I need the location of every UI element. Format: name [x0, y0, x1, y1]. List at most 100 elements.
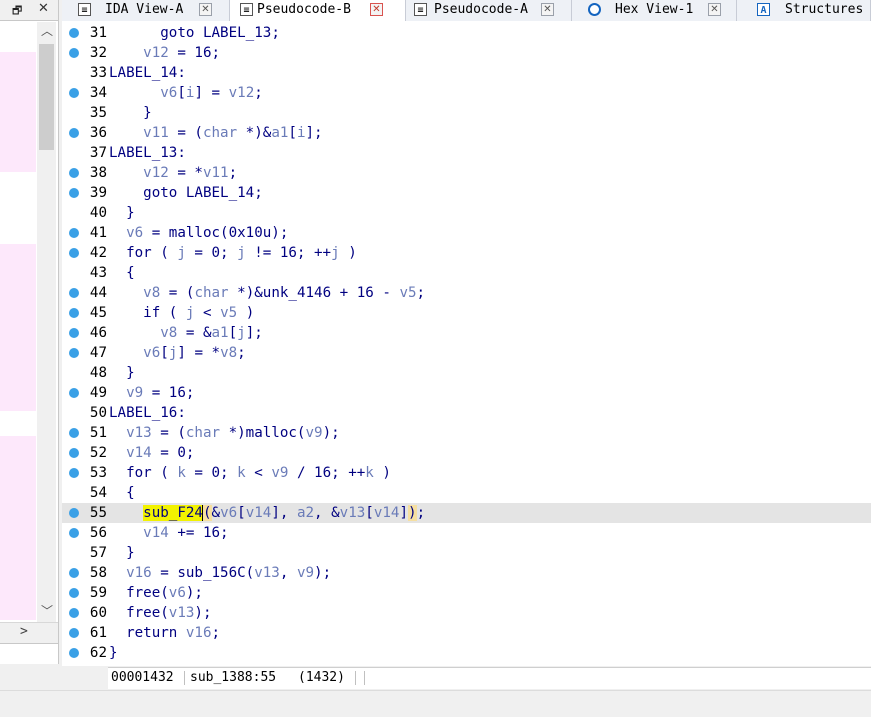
- scroll-thumb[interactable]: [39, 44, 54, 150]
- breakpoint-dot-icon[interactable]: [69, 468, 79, 478]
- code-text[interactable]: }: [109, 643, 118, 663]
- code-line[interactable]: 31 goto LABEL_13;: [62, 23, 871, 43]
- close-icon[interactable]: ✕: [541, 3, 554, 16]
- code-label[interactable]: LABEL_16:: [109, 403, 186, 423]
- code-line[interactable]: 49 v9 = 16;: [62, 383, 871, 403]
- breakpoint-dot-icon[interactable]: [69, 88, 79, 98]
- breakpoint-dot-icon[interactable]: [69, 168, 79, 178]
- breakpoint-dot-icon[interactable]: [69, 308, 79, 318]
- code-text[interactable]: v9 = 16;: [109, 383, 194, 403]
- breakpoint-dot-icon[interactable]: [69, 328, 79, 338]
- restore-window-icon[interactable]: 🗗: [12, 2, 22, 21]
- code-line[interactable]: 32 v12 = 16;: [62, 43, 871, 63]
- code-text[interactable]: }: [109, 103, 152, 123]
- breakpoint-dot-icon[interactable]: [69, 428, 79, 438]
- code-text[interactable]: goto LABEL_14;: [109, 183, 263, 203]
- breakpoint-dot-icon[interactable]: [69, 28, 79, 38]
- scroll-up-icon[interactable]: ︿: [41, 22, 53, 39]
- code-text[interactable]: v8 = (char *)&unk_4146 + 16 - v5;: [109, 283, 425, 303]
- breakpoint-dot-icon[interactable]: [69, 648, 79, 658]
- close-icon[interactable]: ✕: [370, 3, 383, 16]
- code-line[interactable]: 61 return v16;: [62, 623, 871, 643]
- code-line[interactable]: 47 v6[j] = *v8;: [62, 343, 871, 363]
- code-line[interactable]: 46 v8 = &a1[j];: [62, 323, 871, 343]
- breakpoint-dot-icon[interactable]: [69, 388, 79, 398]
- close-icon[interactable]: ✕: [38, 1, 49, 16]
- code-line[interactable]: 38 v12 = *v11;: [62, 163, 871, 183]
- code-line[interactable]: 54 {: [62, 483, 871, 503]
- breakpoint-dot-icon[interactable]: [69, 248, 79, 258]
- code-line[interactable]: 37 LABEL_13:: [62, 143, 871, 163]
- tab-hex-view-1[interactable]: Hex View-1 ✕: [572, 0, 737, 21]
- code-line[interactable]: 50 LABEL_16:: [62, 403, 871, 423]
- tab-ida-view-a[interactable]: ≡ IDA View-A ✕: [62, 0, 230, 21]
- tab-pseudocode-b[interactable]: ≡ Pseudocode-B ✕: [230, 0, 406, 22]
- code-label[interactable]: LABEL_13:: [109, 143, 186, 163]
- code-text[interactable]: v6[j] = *v8;: [109, 343, 246, 363]
- breakpoint-dot-icon[interactable]: [69, 288, 79, 298]
- code-text[interactable]: sub_F24(&v6[v14], a2, &v13[v14]);: [109, 503, 425, 523]
- code-text[interactable]: v11 = (char *)&a1[i];: [109, 123, 322, 143]
- code-text[interactable]: v6 = malloc(0x10u);: [109, 223, 288, 243]
- breakpoint-dot-icon[interactable]: [69, 528, 79, 538]
- code-line[interactable]: 60 free(v13);: [62, 603, 871, 623]
- code-text[interactable]: v14 += 16;: [109, 523, 228, 543]
- code-text[interactable]: v16 = sub_156C(v13, v9);: [109, 563, 331, 583]
- close-icon[interactable]: ✕: [199, 3, 212, 16]
- code-line[interactable]: 40 }: [62, 203, 871, 223]
- code-line[interactable]: 48 }: [62, 363, 871, 383]
- breakpoint-dot-icon[interactable]: [69, 608, 79, 618]
- code-text[interactable]: for ( k = 0; k < v9 / 16; ++k ): [109, 463, 391, 483]
- code-text[interactable]: goto LABEL_13;: [109, 23, 280, 43]
- code-line[interactable]: 51 v13 = (char *)malloc(v9);: [62, 423, 871, 443]
- code-line[interactable]: 62}: [62, 643, 871, 663]
- code-text[interactable]: v12 = 16;: [109, 43, 220, 63]
- code-line[interactable]: 57 }: [62, 543, 871, 563]
- code-line[interactable]: 33 LABEL_14:: [62, 63, 871, 83]
- code-line[interactable]: 58 v16 = sub_156C(v13, v9);: [62, 563, 871, 583]
- tab-structures[interactable]: A Structures: [737, 0, 871, 21]
- code-text[interactable]: v12 = *v11;: [109, 163, 237, 183]
- code-text[interactable]: v13 = (char *)malloc(v9);: [109, 423, 340, 443]
- code-text[interactable]: }: [109, 203, 135, 223]
- code-label[interactable]: LABEL_14:: [109, 63, 186, 83]
- breakpoint-dot-icon[interactable]: [69, 128, 79, 138]
- code-text[interactable]: }: [109, 543, 135, 563]
- code-line[interactable]: 42 for ( j = 0; j != 16; ++j ): [62, 243, 871, 263]
- code-text[interactable]: {: [109, 483, 135, 503]
- breakpoint-dot-icon[interactable]: [69, 228, 79, 238]
- close-icon[interactable]: ✕: [708, 3, 721, 16]
- code-line[interactable]: 45 if ( j < v5 ): [62, 303, 871, 323]
- code-text[interactable]: v8 = &a1[j];: [109, 323, 263, 343]
- breakpoint-dot-icon[interactable]: [69, 628, 79, 638]
- code-line[interactable]: 52 v14 = 0;: [62, 443, 871, 463]
- code-text[interactable]: free(v6);: [109, 583, 203, 603]
- code-text[interactable]: }: [109, 363, 135, 383]
- code-text[interactable]: v6[i] = v12;: [109, 83, 263, 103]
- pseudocode-view[interactable]: 31 goto LABEL_13; 32 v12 = 16; 33 LABEL_14:…: [62, 21, 871, 666]
- code-line[interactable]: 36 v11 = (char *)&a1[i];: [62, 123, 871, 143]
- code-line[interactable]: 53 for ( k = 0; k < v9 / 16; ++k ): [62, 463, 871, 483]
- code-line[interactable]: 43 {: [62, 263, 871, 283]
- code-line[interactable]: 39 goto LABEL_14;: [62, 183, 871, 203]
- code-text[interactable]: return v16;: [109, 623, 220, 643]
- code-line[interactable]: 59 free(v6);: [62, 583, 871, 603]
- breakpoint-dot-icon[interactable]: [69, 568, 79, 578]
- code-line[interactable]: 55 sub_F24(&v6[v14], a2, &v13[v14]);: [62, 503, 871, 523]
- code-text[interactable]: for ( j = 0; j != 16; ++j ): [109, 243, 357, 263]
- code-text[interactable]: {: [109, 263, 135, 283]
- code-text[interactable]: v14 = 0;: [109, 443, 194, 463]
- scroll-down-icon[interactable]: ﹀: [41, 602, 53, 619]
- code-line[interactable]: 34 v6[i] = v12;: [62, 83, 871, 103]
- breakpoint-dot-icon[interactable]: [69, 588, 79, 598]
- breakpoint-dot-icon[interactable]: [69, 48, 79, 58]
- code-line[interactable]: 44 v8 = (char *)&unk_4146 + 16 - v5;: [62, 283, 871, 303]
- vertical-scrollbar[interactable]: ︿ ﹀: [37, 22, 56, 622]
- breakpoint-dot-icon[interactable]: [69, 188, 79, 198]
- tab-pseudocode-a[interactable]: ≡ Pseudocode-A ✕: [406, 0, 572, 21]
- scroll-right-icon[interactable]: >: [20, 624, 28, 639]
- breakpoint-dot-icon[interactable]: [69, 448, 79, 458]
- code-text[interactable]: if ( j < v5 ): [109, 303, 254, 323]
- breakpoint-dot-icon[interactable]: [69, 348, 79, 358]
- code-line[interactable]: 56 v14 += 16;: [62, 523, 871, 543]
